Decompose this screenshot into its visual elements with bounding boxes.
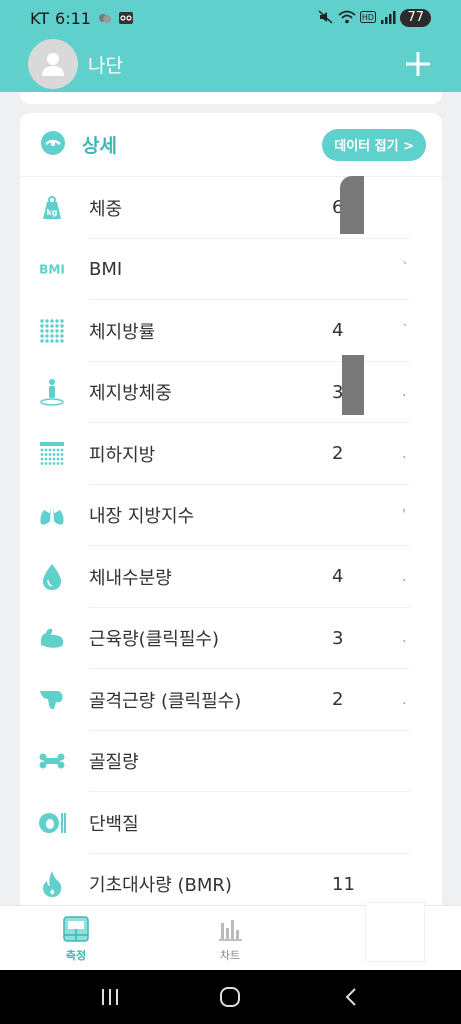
- metric-row-3[interactable]: 제지방체중 3.: [20, 362, 442, 423]
- metric-label: 내장 지방지수: [89, 506, 195, 528]
- redaction-block-1: [340, 176, 364, 234]
- metric-value: 2: [332, 443, 344, 465]
- metric-chevron: .: [402, 691, 407, 708]
- metric-value: 4: [332, 566, 344, 588]
- metric-chevron: .: [402, 384, 407, 401]
- metric-label: 기초대사량 (BMR): [89, 875, 232, 897]
- recents-icon: [102, 989, 119, 1005]
- flame-icon: [38, 870, 66, 898]
- bone-icon: [38, 747, 66, 775]
- detail-title: 상세: [82, 135, 117, 157]
- plus-icon: [406, 52, 430, 76]
- metric-label: BMI: [89, 258, 123, 280]
- metric-row-10[interactable]: 단백질: [20, 792, 442, 854]
- add-button[interactable]: [403, 49, 433, 79]
- water-drop-icon: [38, 563, 66, 591]
- metric-label: 골격근량 (클릭필수): [89, 690, 242, 712]
- clock: 6:11: [55, 8, 91, 28]
- weight-icon: kg: [38, 194, 66, 222]
- metric-chevron: `: [402, 261, 409, 278]
- metric-label: 체지방률: [89, 321, 156, 343]
- metric-value: 3: [332, 627, 344, 649]
- mute-icon: [318, 9, 334, 27]
- wifi-icon: [338, 10, 357, 27]
- svg-text:HD: HD: [362, 13, 374, 22]
- back-button[interactable]: [331, 977, 371, 1017]
- voicemail-icon: [118, 9, 133, 28]
- metric-row-5[interactable]: 내장 지방지수 ': [20, 485, 442, 546]
- metric-label: 체중: [89, 198, 123, 220]
- scale-icon: [63, 915, 89, 942]
- bmi-icon: BMI: [38, 255, 66, 283]
- avatar[interactable]: [28, 39, 78, 89]
- metric-label: 단백질: [89, 813, 139, 835]
- tab-chart[interactable]: 차트: [170, 906, 290, 971]
- chart-icon: [219, 919, 242, 941]
- svg-text:BMI: BMI: [39, 263, 65, 277]
- metric-row-7[interactable]: 근육량(클릭필수) 3.: [20, 608, 442, 669]
- signal-icon: [380, 10, 396, 27]
- metric-value: 2: [332, 689, 344, 711]
- tab-measure[interactable]: 측정: [16, 906, 136, 971]
- metric-value: 11: [332, 873, 355, 895]
- app-header: 나단: [0, 36, 461, 92]
- svg-text:kg: kg: [46, 208, 57, 217]
- metric-chevron: .: [402, 630, 407, 647]
- metric-label: 제지방체중: [89, 383, 172, 405]
- recent-apps-button[interactable]: [90, 977, 130, 1017]
- visceral-fat-icon: [38, 501, 66, 529]
- overlay-block-1: [364, 178, 408, 238]
- detail-icon: [40, 130, 66, 160]
- battery-indicator: 77: [400, 9, 431, 27]
- metric-chevron: ': [402, 507, 406, 524]
- overlay-block-2: [365, 902, 425, 962]
- tab-measure-label: 측정: [65, 948, 87, 962]
- body-fat-rate-icon: [38, 317, 66, 345]
- metric-value: 4: [332, 320, 344, 342]
- previous-card-edge: [20, 92, 442, 104]
- metric-label: 피하지방: [89, 444, 156, 466]
- metric-row-9[interactable]: 골질량: [20, 731, 442, 792]
- carrier-label: KT: [30, 8, 50, 28]
- metric-row-1[interactable]: BMI BMI `: [20, 239, 442, 300]
- metric-chevron: .: [402, 445, 407, 462]
- home-icon: [220, 987, 241, 1007]
- metric-row-6[interactable]: 체내수분량 4.: [20, 546, 442, 608]
- metric-row-8[interactable]: 골격근량 (클릭필수) 2.: [20, 669, 442, 731]
- metric-label: 골질량: [89, 752, 139, 774]
- metric-label: 근육량(클릭필수): [89, 629, 219, 651]
- skeletal-muscle-icon: [38, 686, 66, 714]
- status-bar: KT 6:11 HD 77: [0, 0, 461, 36]
- detail-header: 상세 데이터 접기 >: [20, 113, 442, 177]
- metric-chevron: .: [402, 568, 407, 585]
- muscle-icon: [38, 624, 66, 652]
- tab-chart-label: 차트: [219, 948, 241, 962]
- system-nav-bar: [0, 970, 461, 1024]
- metric-row-4[interactable]: 피하지방 2.: [20, 423, 442, 485]
- collapse-data-button[interactable]: 데이터 접기 >: [322, 128, 426, 161]
- metric-row-2[interactable]: 체지방률 4 `: [20, 300, 442, 362]
- weather-icon: [97, 9, 113, 28]
- metric-chevron: `: [402, 322, 409, 339]
- metric-label: 체내수분량: [89, 567, 172, 589]
- redaction-block-2: [342, 355, 364, 415]
- lean-mass-icon: [38, 378, 66, 406]
- home-button[interactable]: [210, 977, 250, 1017]
- subcutaneous-fat-icon: [38, 440, 66, 468]
- protein-icon: [38, 809, 66, 837]
- hd-icon: HD: [360, 10, 377, 26]
- person-icon: [42, 53, 64, 76]
- user-name[interactable]: 나단: [88, 51, 123, 78]
- back-icon: [345, 988, 356, 1006]
